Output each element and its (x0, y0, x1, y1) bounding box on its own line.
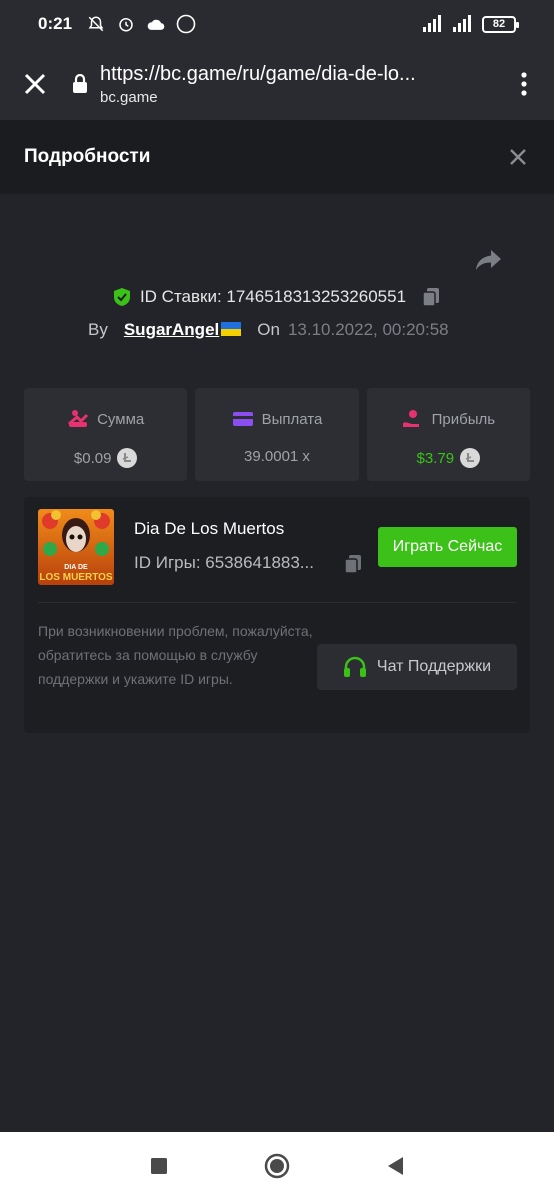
thumb-title-big: LOS MUERTOS (39, 572, 112, 583)
ukraine-flag-icon (221, 322, 242, 336)
litecoin-icon (460, 448, 481, 468)
bet-date: 13.10.2022, 00:20:58 (287, 320, 449, 339)
copy-icon[interactable] (420, 286, 442, 308)
close-icon (24, 73, 46, 95)
alarm-icon (116, 14, 136, 34)
back-triangle-icon (388, 1157, 403, 1175)
stat-value: $0.09 (73, 449, 112, 467)
modal-title: Подробности (24, 146, 151, 167)
bet-stats: Сумма $0.09 Выплата 39.0001 x Прибыль $3… (24, 388, 530, 481)
browser-close-button[interactable] (0, 48, 70, 120)
badge-24-icon (176, 14, 196, 34)
stat-label: Прибыль (431, 410, 496, 428)
bet-author-row: By SugarAngel On 13.10.2022, 00:20:58 (88, 320, 449, 340)
address-bar[interactable]: https://bc.game/ru/game/dia-de-lo... bc.… (100, 63, 494, 106)
profit-icon (402, 410, 419, 427)
browser-toolbar: https://bc.game/ru/game/dia-de-lo... bc.… (0, 48, 554, 120)
modal-close-button[interactable] (506, 145, 530, 169)
square-icon (151, 1158, 167, 1174)
share-button[interactable] (474, 245, 504, 275)
username-link[interactable]: SugarAngel (123, 320, 242, 340)
stat-label: Сумма (97, 410, 145, 428)
copy-icon[interactable] (342, 553, 364, 575)
lock-icon (70, 74, 90, 94)
more-vertical-icon (521, 72, 527, 96)
card-icon (232, 412, 253, 426)
stat-value: 39.0001 x (244, 448, 310, 465)
headphones-icon (343, 656, 366, 677)
thumb-title-small: DIA DE (64, 564, 88, 571)
stat-value: $3.79 (416, 449, 455, 467)
status-bar: 0:21 82 (0, 0, 554, 48)
recents-button[interactable] (145, 1152, 173, 1180)
bet-id-row: ID Ставки: 1746518313253260551 (0, 286, 554, 308)
support-chat-label: Чат Поддержки (376, 658, 492, 675)
battery-indicator: 82 (482, 15, 519, 33)
system-nav-bar (0, 1132, 554, 1200)
game-thumbnail[interactable]: DIA DE LOS MUERTOS (38, 509, 114, 585)
circle-home-icon (264, 1153, 290, 1179)
share-icon (476, 250, 501, 270)
browser-url: https://bc.game/ru/game/dia-de-lo... (100, 62, 416, 85)
game-card: DIA DE LOS MUERTOS Dia De Los Muertos ID… (24, 497, 530, 733)
on-label: On (257, 320, 280, 339)
game-name: Dia De Los Muertos (134, 519, 285, 538)
bell-off-icon (86, 14, 106, 34)
support-help-text: При возникновении проблем, пожалуйста, о… (38, 623, 313, 687)
username: SugarAngel (123, 320, 220, 339)
stat-card-payout: Выплата 39.0001 x (195, 388, 359, 481)
browser-domain: bc.game (100, 88, 158, 106)
bet-id: ID Ставки: 1746518313253260551 (139, 287, 407, 306)
back-button[interactable] (381, 1152, 409, 1180)
support-chat-button[interactable]: Чат Поддержки (317, 644, 517, 690)
signal-4g-icon (412, 14, 442, 34)
browser-menu-button[interactable] (494, 48, 554, 120)
divider (38, 602, 516, 603)
home-button[interactable] (263, 1152, 291, 1180)
stat-card-profit: Прибыль $3.79 (366, 388, 530, 481)
by-label: By (88, 320, 108, 339)
status-time: 0:21 (38, 14, 73, 33)
play-now-button[interactable]: Играть Сейчас (378, 527, 517, 567)
stat-label: Выплата (261, 410, 323, 428)
litecoin-icon (117, 448, 138, 468)
game-id: ID Игры: 6538641883... (134, 553, 314, 572)
stat-card-amount: Сумма $0.09 (24, 388, 188, 481)
modal-header: Подробности (0, 120, 554, 194)
signal-icon (450, 14, 474, 34)
cloud-icon (146, 14, 166, 34)
coins-icon (68, 410, 89, 427)
close-icon (510, 149, 526, 165)
verified-shield-icon (113, 288, 130, 306)
